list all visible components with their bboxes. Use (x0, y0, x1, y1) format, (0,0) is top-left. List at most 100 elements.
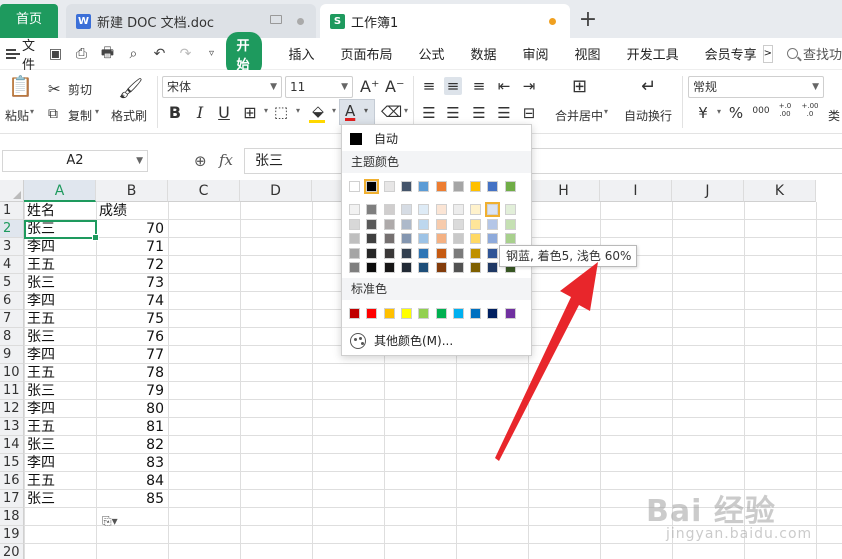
theme-shade-swatch[interactable] (366, 233, 378, 244)
cell[interactable]: 李四 (27, 454, 55, 472)
theme-shade-swatch[interactable] (383, 247, 395, 259)
standard-color-swatch[interactable] (418, 308, 430, 319)
theme-shade-swatch[interactable] (452, 247, 464, 259)
theme-shade-swatch[interactable] (383, 218, 395, 230)
increase-decimal-button[interactable]: +.0 .00 (775, 102, 795, 118)
cell[interactable]: 71 (96, 238, 164, 256)
theme-shade-swatch[interactable] (418, 233, 430, 244)
row-header-10[interactable]: 10 (0, 364, 24, 382)
theme-shade-swatch[interactable] (400, 233, 412, 244)
theme-shade-swatch[interactable] (400, 218, 412, 230)
cell[interactable]: 75 (96, 310, 164, 328)
theme-shade-swatch[interactable] (383, 233, 395, 244)
select-all-corner[interactable] (0, 180, 24, 202)
theme-shade-swatch[interactable] (452, 204, 464, 215)
menu-insert[interactable]: 插入 (288, 44, 314, 63)
theme-color-swatch[interactable] (383, 181, 395, 192)
column-header-d[interactable]: D (240, 180, 312, 202)
theme-shade-swatch[interactable] (504, 233, 516, 244)
theme-shade-swatch[interactable] (366, 204, 378, 215)
merge-center-icon[interactable]: ⊞ (572, 76, 587, 97)
decrease-font-icon[interactable]: A⁻ (385, 77, 404, 96)
menu-page-layout[interactable]: 页面布局 (340, 44, 392, 63)
theme-shade-swatch[interactable] (487, 262, 499, 273)
currency-dropdown-icon[interactable]: ▾ (710, 107, 728, 116)
cell[interactable]: 73 (96, 274, 164, 292)
tab-status-dot-icon[interactable] (297, 18, 304, 25)
row-header-7[interactable]: 7 (0, 310, 24, 328)
theme-shade-swatch[interactable] (366, 247, 378, 259)
format-painter-icon[interactable]: 🖌 (118, 76, 143, 100)
theme-shade-swatch[interactable] (349, 262, 360, 273)
print-icon[interactable]: 🖶 (98, 45, 116, 63)
underline-button[interactable]: U (215, 103, 233, 122)
font-color-button[interactable]: A ▾ (339, 99, 375, 125)
theme-color-swatch[interactable] (452, 181, 464, 192)
theme-color-swatch[interactable] (435, 181, 447, 192)
row-header-18[interactable]: 18 (0, 508, 24, 526)
menu-data[interactable]: 数据 (471, 44, 497, 63)
theme-shade-swatch[interactable] (418, 218, 430, 230)
column-header-k[interactable]: K (744, 180, 816, 202)
standard-color-swatch[interactable] (487, 308, 499, 319)
theme-color-swatch[interactable] (400, 181, 412, 192)
theme-shade-swatch[interactable] (435, 233, 447, 244)
theme-shade-swatch[interactable] (366, 262, 378, 273)
column-header-a[interactable]: A (24, 180, 96, 202)
standard-color-swatch[interactable] (470, 308, 482, 319)
cell-type-button[interactable]: 类 (828, 107, 840, 124)
paste-options-icon[interactable]: ⎘▾ (102, 514, 118, 529)
row-header-8[interactable]: 8 (0, 328, 24, 346)
thousands-button[interactable]: 000 (750, 106, 772, 116)
font-size-select[interactable]: 11 ▼ (285, 76, 353, 98)
cell[interactable]: 李四 (27, 238, 55, 256)
standard-color-swatch[interactable] (452, 308, 464, 319)
row-header-3[interactable]: 3 (0, 238, 24, 256)
theme-shade-swatch[interactable] (487, 218, 499, 230)
increase-font-icon[interactable]: A⁺ (360, 77, 379, 96)
row-header-13[interactable]: 13 (0, 418, 24, 436)
number-format-select[interactable]: 常规 ▼ (688, 76, 824, 98)
menu-developer[interactable]: 开发工具 (627, 44, 679, 63)
menu-view[interactable]: 视图 (575, 44, 601, 63)
cell[interactable]: 成绩 (99, 202, 127, 220)
theme-shade-swatch[interactable] (435, 262, 447, 273)
cell[interactable]: 张三 (27, 382, 55, 400)
theme-color-swatch[interactable] (349, 181, 360, 192)
copy-dropdown-icon[interactable]: ▾ (95, 107, 99, 116)
cell[interactable]: 李四 (27, 400, 55, 418)
row-header-16[interactable]: 16 (0, 472, 24, 490)
screen-icon[interactable] (270, 15, 282, 24)
cell[interactable]: 82 (96, 436, 164, 454)
cell[interactable]: 74 (96, 292, 164, 310)
cell[interactable]: 72 (96, 256, 164, 274)
cell[interactable]: 李四 (27, 292, 55, 310)
menu-review[interactable]: 审阅 (523, 44, 549, 63)
paste-icon[interactable]: 📋 (8, 74, 33, 98)
format-painter-button[interactable]: 格式刷 (111, 107, 147, 124)
menu-formulas[interactable]: 公式 (419, 44, 445, 63)
menu-file[interactable]: 文件 (0, 35, 40, 73)
theme-shade-swatch[interactable] (485, 202, 501, 217)
search-function[interactable]: 查找功 (786, 44, 842, 63)
more-colors-option[interactable]: 其他颜色(M)... (342, 330, 531, 352)
theme-shade-swatch[interactable] (435, 218, 447, 230)
column-header-c[interactable]: C (168, 180, 240, 202)
theme-shade-swatch[interactable] (470, 262, 482, 273)
unsaved-dot-icon[interactable] (549, 18, 556, 25)
wrap-text-icon[interactable]: ↵ (641, 76, 656, 97)
theme-color-swatch[interactable] (487, 181, 499, 192)
column-header-i[interactable]: I (600, 180, 672, 202)
theme-shade-swatch[interactable] (349, 233, 360, 244)
row-header-2[interactable]: 2 (0, 220, 24, 238)
cell[interactable]: 张三 (27, 436, 55, 454)
undo-icon[interactable]: ↶ (150, 45, 168, 63)
row-header-20[interactable]: 20 (0, 544, 24, 559)
theme-color-swatch[interactable] (504, 181, 516, 192)
standard-color-swatch[interactable] (435, 308, 447, 319)
cell[interactable]: 83 (96, 454, 164, 472)
italic-button[interactable]: I (191, 103, 209, 122)
cell[interactable]: 81 (96, 418, 164, 436)
theme-shade-swatch[interactable] (504, 204, 516, 215)
cell[interactable]: 80 (96, 400, 164, 418)
